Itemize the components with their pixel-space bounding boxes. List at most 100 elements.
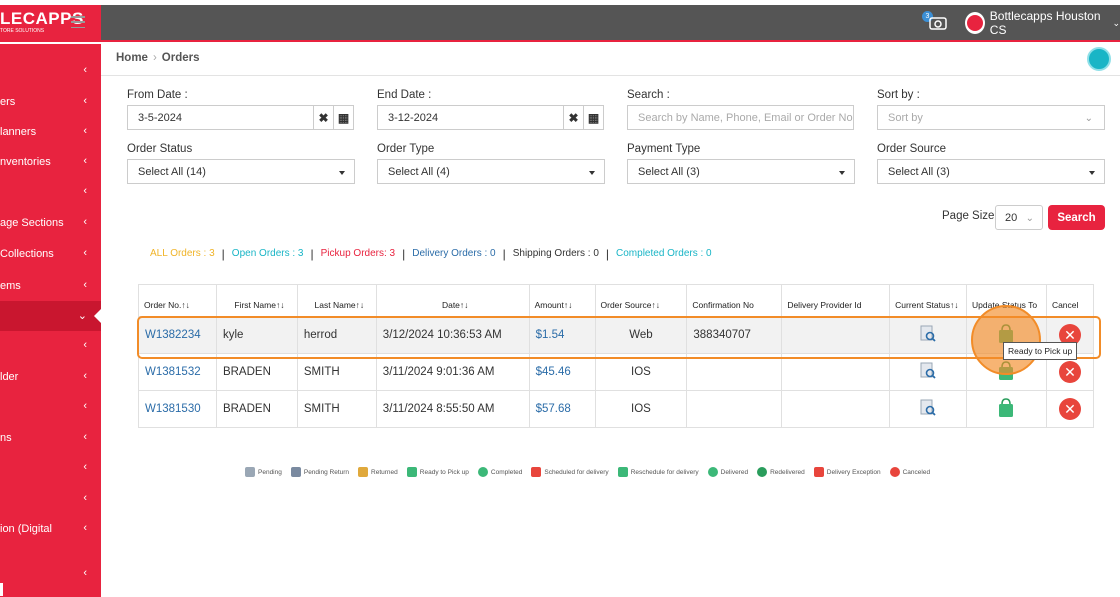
pending-status-icon[interactable]	[920, 325, 936, 343]
last-name-cell: SMITH	[296, 390, 377, 428]
order-status-select[interactable]: Select All (14)	[127, 159, 355, 184]
help-icon[interactable]	[1087, 47, 1111, 71]
sidebar-item[interactable]: nventories ‹	[0, 147, 101, 177]
pickup-orders-count[interactable]: Pickup Orders: 3	[321, 248, 395, 260]
clear-from-date-icon[interactable]: ✖	[313, 105, 334, 130]
menu-toggle-icon[interactable]	[71, 16, 85, 28]
payment-type-select[interactable]: Select All (3)	[627, 159, 855, 184]
legend-label: Delivery Exception	[826, 468, 881, 476]
order-no-link[interactable]: W1381532	[138, 353, 217, 391]
logo-tagline: TORE SOLUTIONS	[0, 28, 45, 34]
calendar-icon[interactable]: ▦	[333, 105, 354, 130]
first-name-cell: BRADEN	[215, 390, 298, 428]
ready-to-pickup-bag-icon[interactable]	[998, 397, 1014, 418]
sidebar-item[interactable]: ‹	[0, 559, 101, 589]
order-no-link[interactable]: W1382234	[138, 316, 217, 354]
legend-item: Delivery Exception	[813, 467, 881, 477]
pending-status-icon[interactable]	[920, 362, 936, 380]
table-row[interactable]: W1381530 BRADEN SMITH 3/11/2024 8:55:50 …	[138, 390, 1095, 428]
sidebar-item[interactable]: ns ‹	[0, 423, 101, 453]
user-menu[interactable]: Bottlecapps Houston CS ⌄	[965, 9, 1120, 37]
legend-item: Ready to Pick up	[406, 467, 469, 477]
amount-cell: $1.54	[528, 316, 596, 354]
col-cancel: Cancel	[1045, 284, 1095, 317]
sidebar-item[interactable]: ion (Digital ‹	[0, 514, 101, 544]
legend-item: Redelivered	[757, 467, 805, 477]
chevron-left-icon: ‹	[83, 125, 87, 137]
cancel-order-x-icon[interactable]: ✕	[1058, 361, 1081, 383]
order-source-value: Select All (3)	[888, 165, 950, 178]
order-type-select[interactable]: Select All (4)	[377, 159, 605, 184]
logo-text: LECAPPS	[0, 9, 84, 28]
legend-item: Pending	[245, 467, 282, 477]
col-amount[interactable]: Amount↑↓	[528, 284, 596, 317]
sidebar-item[interactable]: ‹	[0, 331, 101, 361]
source-cell: Web	[594, 316, 688, 354]
sidebar-scrollbar[interactable]	[0, 583, 3, 596]
breadcrumb-home[interactable]: Home	[116, 52, 148, 64]
legend-item: Pending Return	[290, 467, 349, 477]
cancel-order-x-icon[interactable]: ✕	[1058, 398, 1081, 420]
chevron-left-icon: ‹	[83, 567, 87, 579]
order-status-value: Select All (14)	[138, 165, 206, 178]
col-last-name[interactable]: Last Name↑↓	[296, 284, 377, 317]
col-order-source[interactable]: Order Source↑↓	[594, 284, 688, 317]
col-order-no[interactable]: Order No.↑↓	[138, 284, 217, 317]
calendar-icon[interactable]: ▦	[583, 105, 604, 130]
legend-label: Completed	[490, 468, 523, 476]
order-source-select[interactable]: Select All (3)	[877, 159, 1105, 184]
shipping-orders-count[interactable]: Shipping Orders : 0	[513, 248, 599, 260]
app-logo[interactable]: LECAPPS TORE SOLUTIONS	[0, 5, 101, 42]
confirmation-cell: 388340707	[686, 316, 783, 354]
search-button[interactable]: Search	[1048, 205, 1105, 230]
sort-select[interactable]: Sort by ⌄	[877, 105, 1105, 130]
legend-item: Completed	[477, 467, 523, 477]
notifications-button[interactable]: 3	[922, 11, 950, 35]
provider-cell	[781, 316, 891, 354]
sidebar-item[interactable]: age Sections ‹	[0, 208, 101, 238]
col-current-status[interactable]: Current Status↑↓	[889, 284, 968, 317]
sidebar-item[interactable]: ‹	[0, 453, 101, 483]
table-row[interactable]: W1382234 kyle herrod 3/12/2024 10:36:53 …	[138, 316, 1095, 354]
sidebar-item-active[interactable]: ⌄	[0, 301, 101, 331]
open-orders-count[interactable]: Open Orders : 3	[232, 248, 304, 260]
check-circle-icon	[757, 467, 768, 477]
order-type-label: Order Type	[377, 143, 435, 155]
completed-orders-count[interactable]: Completed Orders : 0	[616, 248, 712, 260]
clear-end-date-icon[interactable]: ✖	[563, 105, 584, 130]
sidebar-item[interactable]: ‹	[0, 56, 101, 86]
sidebar-item[interactable]: ‹	[0, 177, 101, 207]
ready-to-pickup-bag-icon[interactable]	[998, 360, 1014, 381]
ready-to-pickup-bag-icon[interactable]	[998, 323, 1014, 344]
date-cell: 3/11/2024 8:55:50 AM	[375, 390, 530, 428]
sidebar-item[interactable]: lanners ‹	[0, 117, 101, 147]
page-size-select[interactable]: 20 ⌄	[995, 205, 1043, 230]
caret-down-icon	[1089, 171, 1095, 175]
sidebar-item[interactable]: ‹	[0, 484, 101, 514]
pending-status-icon[interactable]	[920, 399, 936, 417]
table-row[interactable]: W1381532 BRADEN SMITH 3/11/2024 9:01:36 …	[138, 353, 1095, 391]
sidebar-item-label: ion (Digital	[0, 523, 52, 535]
all-orders-count[interactable]: ALL Orders : 3	[150, 248, 215, 260]
sidebar-item-label: ns	[0, 432, 12, 444]
sidebar-item[interactable]: lder ‹	[0, 362, 101, 392]
sidebar-item[interactable]: Collections ‹	[0, 239, 101, 269]
col-date[interactable]: Date↑↓	[375, 284, 530, 317]
amount-cell: $57.68	[528, 390, 596, 428]
sidebar-item[interactable]: ers ‹	[0, 87, 101, 117]
payment-type-label: Payment Type	[627, 143, 701, 155]
sidebar-item[interactable]: ‹	[0, 392, 101, 422]
chevron-left-icon: ‹	[83, 400, 87, 412]
chevron-left-icon: ‹	[83, 95, 87, 107]
search-input[interactable]: Search by Name, Phone, Email or Order No	[627, 105, 854, 130]
order-no-link[interactable]: W1381530	[138, 390, 217, 428]
from-date-input[interactable]: 3-5-2024	[127, 105, 314, 130]
col-first-name[interactable]: First Name↑↓	[215, 284, 298, 317]
from-date-value: 3-5-2024	[138, 111, 183, 124]
caret-down-icon	[339, 171, 345, 175]
delivery-orders-count[interactable]: Delivery Orders : 0	[412, 248, 495, 260]
last-name-cell: SMITH	[296, 353, 377, 391]
sidebar-item[interactable]: ems ‹	[0, 271, 101, 301]
end-date-input[interactable]: 3-12-2024	[377, 105, 564, 130]
breadcrumb-separator: ›	[152, 52, 157, 64]
